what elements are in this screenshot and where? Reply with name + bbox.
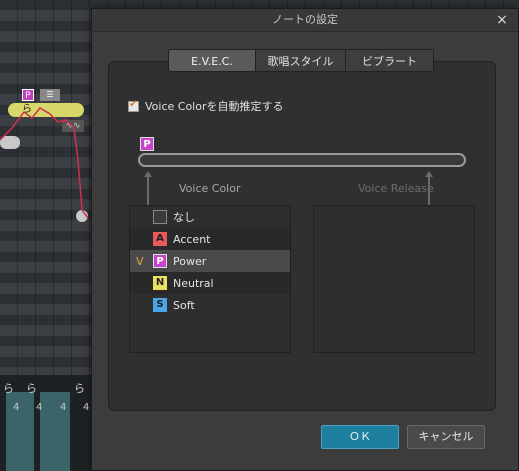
color-swatch-soft: S [153, 298, 167, 312]
list-item-label: Power [173, 254, 207, 268]
tab-vibrato[interactable]: ビブラート [346, 49, 434, 72]
waveform-lyric: ら [3, 382, 14, 395]
close-button[interactable]: × [494, 11, 510, 29]
auto-estimate-label: Voice Colorを自動推定する [145, 100, 284, 113]
arrow-up-icon [144, 171, 152, 177]
waveform-number: 4 [36, 402, 43, 413]
pitch-curve [0, 107, 89, 219]
voice-timeline-slider[interactable] [138, 153, 466, 167]
list-item[interactable]: S Soft [130, 294, 290, 316]
arrow-up-icon [425, 171, 433, 177]
waveform-lyric: ら [74, 382, 85, 395]
list-item[interactable]: A Accent [130, 228, 290, 250]
waveform-number: 4 [13, 402, 20, 413]
color-swatch-power: P [153, 254, 167, 268]
list-item-label: Soft [173, 298, 195, 312]
list-item[interactable]: なし [130, 206, 290, 228]
voice-color-list: なし A Accent V P Power N Neutral S Soft [129, 205, 291, 353]
dialog-title: ノートの設定 [272, 13, 338, 26]
color-swatch-accent: A [153, 232, 167, 246]
dialog-titlebar[interactable]: ノートの設定 × [92, 9, 518, 32]
checkmark-icon: ✔ [129, 98, 138, 110]
list-item-label: Accent [173, 232, 211, 246]
list-item[interactable]: N Neutral [130, 272, 290, 294]
voice-color-arrow [147, 177, 149, 205]
tab-evec[interactable]: E.V.E.C. [168, 49, 256, 72]
voice-color-heading: Voice Color [179, 182, 241, 195]
voice-release-list[interactable] [313, 205, 475, 353]
list-item[interactable]: V P Power [130, 250, 290, 272]
waveform-segment [6, 392, 34, 471]
voice-release-heading: Voice Release [358, 182, 434, 195]
list-item-label: なし [173, 211, 195, 224]
ok-button[interactable]: ＯＫ [321, 425, 399, 449]
waveform-number: 4 [83, 402, 90, 413]
color-swatch-none [153, 210, 167, 224]
auto-estimate-checkbox[interactable]: ✔ [128, 98, 139, 112]
auto-estimate-row: ✔ Voice Colorを自動推定する [128, 98, 284, 114]
color-swatch-neutral: N [153, 276, 167, 290]
slider-voice-color-badge[interactable]: P [140, 137, 154, 151]
waveform-lyric: ら [26, 382, 37, 395]
waveform-number: 4 [60, 402, 67, 413]
tab-singing-style[interactable]: 歌唱スタイル [256, 49, 346, 72]
selection-mark: V [136, 254, 144, 268]
tab-bar: E.V.E.C. 歌唱スタイル ビブラート [168, 49, 434, 72]
cancel-button[interactable]: キャンセル [407, 425, 485, 449]
note-settings-dialog: ノートの設定 × E.V.E.C. 歌唱スタイル ビブラート ✔ Voice C… [91, 8, 519, 471]
list-item-label: Neutral [173, 276, 214, 290]
